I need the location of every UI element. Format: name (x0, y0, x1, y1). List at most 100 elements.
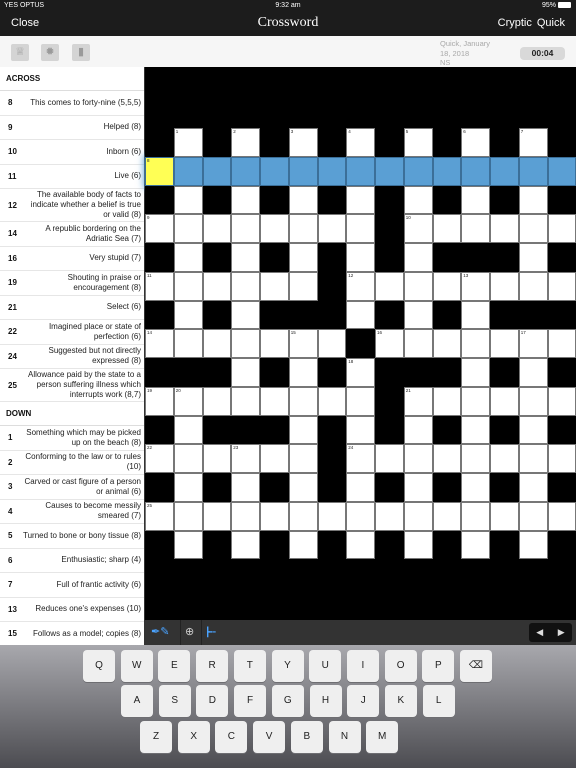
grid-cell[interactable] (461, 156, 490, 186)
grid-cell[interactable] (202, 271, 232, 301)
grid-cell[interactable] (346, 214, 375, 243)
clue-item[interactable]: 6 Enthusiastic; sharp (4) (0, 549, 144, 573)
key-d[interactable]: D (196, 685, 229, 718)
grid-cell[interactable] (375, 156, 404, 186)
grid-cell[interactable] (173, 473, 203, 502)
grid-cell[interactable] (547, 214, 576, 243)
clue-item[interactable]: 14 A republic bordering on the Adriatic S… (0, 222, 144, 247)
grid-cell[interactable] (518, 214, 548, 243)
clue-item[interactable]: 13 Reduces one's expenses (10) (0, 598, 144, 622)
grid-cell[interactable]: 16 (375, 329, 404, 358)
clue-list[interactable]: ACROSS 8 This comes to forty-nine (5,5,5) 9… (0, 67, 145, 645)
grid-cell[interactable] (403, 185, 433, 215)
grid-cell[interactable] (260, 156, 289, 186)
grid-cell[interactable] (461, 415, 490, 445)
key-v[interactable]: V (253, 720, 286, 753)
grid-cell[interactable]: 19 (145, 386, 174, 416)
grid-cell[interactable] (403, 300, 433, 330)
grid-cell[interactable] (461, 358, 490, 387)
key-r[interactable]: R (196, 650, 229, 682)
grid-cell[interactable]: 24 (346, 444, 375, 473)
grid-cell[interactable] (518, 358, 548, 387)
grid-cell[interactable] (173, 214, 203, 243)
grid-cell[interactable] (432, 156, 462, 186)
grid-cell[interactable] (461, 329, 490, 358)
clue-item[interactable]: 24 Suggested but not directly expressed (… (0, 345, 144, 369)
grid-cell[interactable] (403, 530, 433, 560)
grid-cell[interactable] (461, 214, 490, 243)
grid-cell[interactable] (432, 329, 462, 358)
grid-cell[interactable]: 11 (145, 271, 174, 301)
grid-cell[interactable] (518, 243, 548, 272)
grid-cell[interactable]: 23 (231, 444, 260, 473)
grid-cell[interactable] (490, 501, 519, 531)
key-q[interactable]: Q (83, 650, 115, 682)
grid-cell[interactable] (260, 214, 289, 243)
grid-cell[interactable] (432, 271, 462, 301)
grid-cell[interactable] (231, 386, 260, 416)
grid-cell[interactable] (518, 444, 548, 473)
grid-cell[interactable] (490, 444, 519, 473)
grid-cell[interactable] (231, 243, 260, 272)
grid-cell[interactable] (288, 415, 318, 445)
grid-cell[interactable] (346, 530, 375, 560)
grid-cell[interactable] (490, 214, 519, 243)
grid-cell[interactable]: 3 (288, 128, 318, 157)
grid-cell[interactable] (288, 156, 318, 186)
grid-cell[interactable] (346, 185, 375, 215)
clue-item[interactable]: 11 Live (6) (0, 165, 144, 189)
clue-item[interactable]: 12 The available body of facts to indicat… (0, 189, 144, 222)
trophy-icon[interactable]: ♕ (11, 44, 29, 61)
grid-cell[interactable] (461, 501, 490, 531)
grid-cell[interactable] (403, 415, 433, 445)
grid-cell[interactable]: 2 (231, 128, 260, 157)
grid-cell[interactable] (288, 185, 318, 215)
grid-cell[interactable] (288, 530, 318, 560)
grid-cell[interactable] (346, 415, 375, 445)
grid-cell[interactable] (461, 473, 490, 502)
grid-cell[interactable]: 7 (518, 128, 548, 157)
clue-item[interactable]: 1 Something which may be picked up on the… (0, 426, 144, 451)
grid-cell[interactable] (288, 444, 318, 473)
key-c[interactable]: C (215, 720, 248, 753)
grid-cell[interactable] (231, 501, 260, 531)
key-g[interactable]: G (271, 685, 304, 718)
grid-cell[interactable] (231, 185, 260, 215)
grid-cell[interactable] (518, 386, 548, 416)
grid-cell[interactable] (173, 415, 203, 445)
grid-cell[interactable] (403, 271, 433, 301)
key-h[interactable]: H (309, 685, 342, 718)
cryptic-button[interactable]: Cryptic (498, 17, 532, 29)
grid-cell[interactable] (518, 156, 548, 186)
clue-item[interactable]: 9 Helped (8) (0, 116, 144, 140)
grid-cell[interactable] (202, 214, 232, 243)
grid-cell[interactable] (202, 329, 232, 358)
clue-item[interactable]: 5 Turned to bone or bony tissue (8) (0, 524, 144, 549)
grid-cell[interactable] (288, 473, 318, 502)
key-i[interactable]: I (346, 650, 379, 682)
grid-cell[interactable]: 25 (145, 501, 174, 531)
grid-cell[interactable] (461, 530, 490, 560)
grid-cell[interactable] (518, 473, 548, 502)
grid-cell[interactable] (375, 271, 404, 301)
grid-cell[interactable] (288, 358, 318, 387)
grid-cell[interactable] (173, 185, 203, 215)
grid-cell[interactable] (547, 271, 576, 301)
grid-cell[interactable] (231, 358, 260, 387)
grid-cell[interactable] (260, 271, 289, 301)
grid-cell[interactable] (288, 271, 318, 301)
grid-cell[interactable] (518, 501, 548, 531)
grid-cell[interactable] (317, 329, 347, 358)
grid-cell[interactable] (231, 473, 260, 502)
grid-cell[interactable] (547, 386, 576, 416)
grid-cell[interactable] (403, 243, 433, 272)
clue-item[interactable]: 3 Carved or cast figure of a person or an… (0, 475, 144, 500)
key-t[interactable]: T (233, 650, 266, 682)
grid-cell[interactable] (173, 444, 203, 473)
grid-cell[interactable] (260, 386, 289, 416)
grid-cell[interactable] (461, 185, 490, 215)
grid-cell[interactable] (173, 329, 203, 358)
grid-cell[interactable] (346, 243, 375, 272)
grid-cell[interactable] (490, 271, 519, 301)
grid-cell[interactable] (346, 386, 375, 416)
